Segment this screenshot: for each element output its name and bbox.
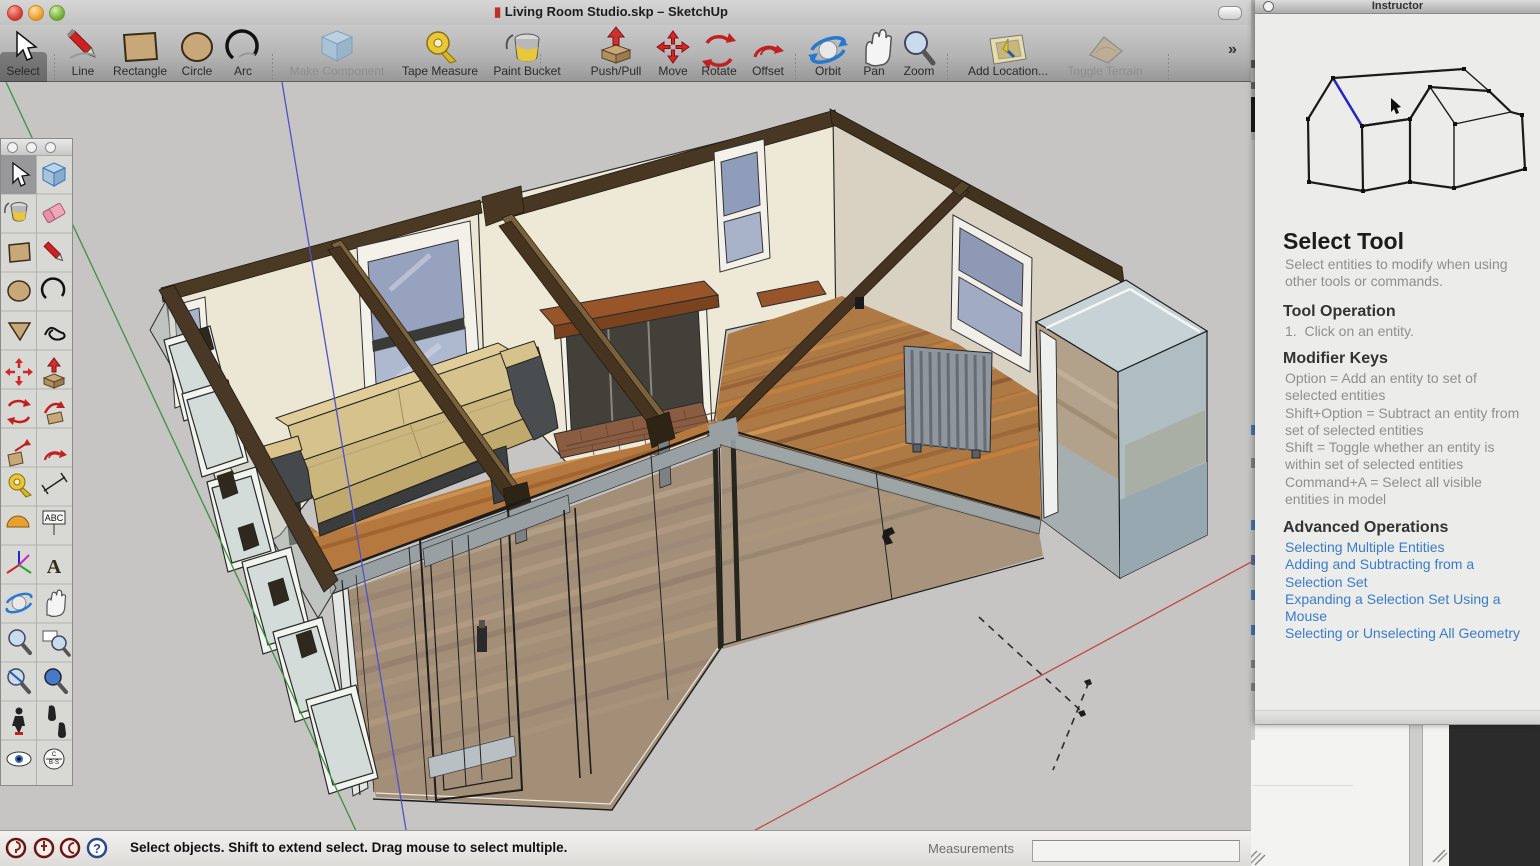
svg-text:B·S: B·S: [49, 760, 59, 766]
svg-text:ABC: ABC: [45, 513, 64, 523]
svg-text:C: C: [52, 752, 57, 758]
svg-text:?: ?: [93, 841, 101, 856]
svg-text:A: A: [47, 556, 62, 578]
